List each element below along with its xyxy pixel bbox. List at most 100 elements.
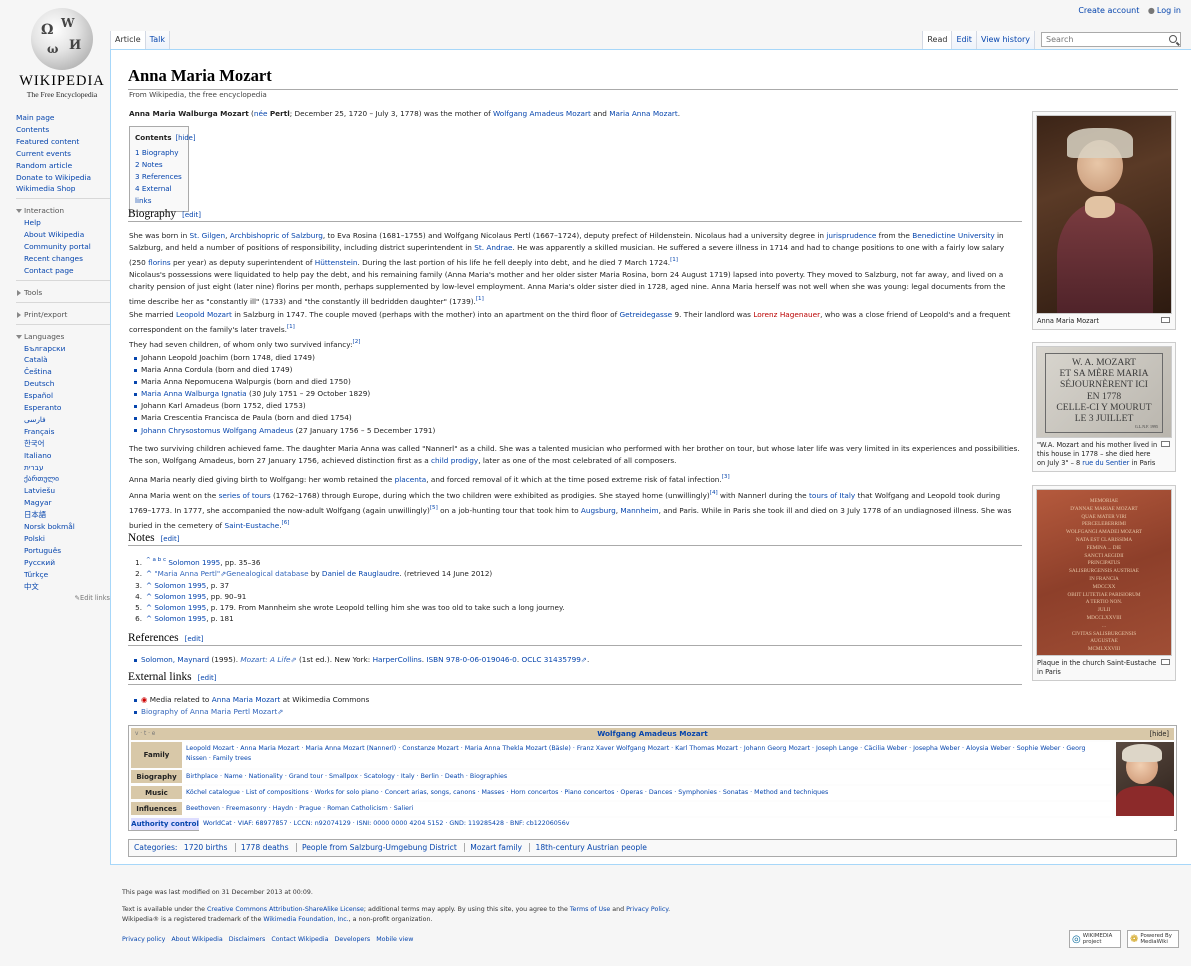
link[interactable]: Mannheim xyxy=(620,506,658,515)
link[interactable]: Solomon 1995 xyxy=(168,558,220,567)
footer-link-privacy[interactable]: Privacy policy xyxy=(122,936,165,943)
tab-view-history[interactable]: View history xyxy=(976,31,1035,49)
enlarge-icon[interactable] xyxy=(1161,317,1170,323)
sidebar-item-main-page[interactable]: Main page xyxy=(16,112,110,124)
citation-link[interactable]: [1] xyxy=(670,257,678,263)
citation-link[interactable]: [2] xyxy=(353,339,361,345)
category-link[interactable]: People from Salzburg-Umgebung District xyxy=(295,843,462,852)
link[interactable]: Creative Commons Attribution-ShareAlike … xyxy=(207,906,364,913)
language-link[interactable]: 한국어 xyxy=(24,438,110,450)
link[interactable]: series of tours xyxy=(219,491,271,500)
toc-item-biography[interactable]: 1 Biography xyxy=(135,147,183,159)
navbox-group-authority[interactable]: Authority control xyxy=(131,818,199,830)
category-link[interactable]: 1778 deaths xyxy=(234,843,294,852)
sidebar-item-about[interactable]: About Wikipedia xyxy=(24,229,110,241)
languages-section-header[interactable]: Languages xyxy=(16,331,110,343)
footer-link-mobile-view[interactable]: Mobile view xyxy=(376,936,413,943)
link[interactable]: HarperCollins xyxy=(373,655,422,664)
language-link[interactable]: Norsk bokmål xyxy=(24,521,110,533)
language-link[interactable]: Magyar xyxy=(24,497,110,509)
navbox-hide-toggle[interactable]: [hide] xyxy=(1150,728,1169,740)
language-link[interactable]: Български xyxy=(24,343,110,355)
language-link[interactable]: Français xyxy=(24,426,110,438)
login-link[interactable]: Log in xyxy=(1157,6,1181,15)
create-account-link[interactable]: Create account xyxy=(1078,6,1139,15)
sidebar-item-current-events[interactable]: Current events xyxy=(16,148,110,160)
edit-links[interactable]: ✎Edit links xyxy=(16,593,111,605)
language-link[interactable]: עברית xyxy=(24,462,110,474)
sidebar-item-featured[interactable]: Featured content xyxy=(16,136,110,148)
navbox-mozart-portrait[interactable] xyxy=(1116,742,1174,816)
link[interactable]: Privacy Policy xyxy=(626,906,668,913)
language-link[interactable]: Español xyxy=(24,390,110,402)
link[interactable]: Getreidegasse xyxy=(619,310,672,319)
interaction-section-header[interactable]: Interaction xyxy=(16,205,110,217)
edit-section-link[interactable]: [edit] xyxy=(198,674,217,682)
link[interactable]: Wikimedia Foundation, Inc. xyxy=(263,916,348,923)
category-link[interactable]: 18th-century Austrian people xyxy=(529,843,652,852)
wikipedia-logo[interactable]: Ω W И ω WIKIPEDIA The Free Encyclopedia xyxy=(12,6,112,101)
language-link[interactable]: Русский xyxy=(24,557,110,569)
authority-list[interactable]: WorldCat · VIAF: 68977857 · LCCN: n92074… xyxy=(199,818,1174,831)
enlarge-icon[interactable] xyxy=(1161,659,1170,665)
link[interactable]: Solomon 1995 xyxy=(154,603,206,612)
maria-anna-link[interactable]: Maria Anna Mozart xyxy=(609,109,678,118)
language-link[interactable]: Deutsch xyxy=(24,378,110,390)
link[interactable]: Archbishopric of Salzburg xyxy=(230,231,323,240)
language-link[interactable]: Latviešu xyxy=(24,485,110,497)
wikimedia-project-badge[interactable]: ◎ WIKIMEDIA project xyxy=(1069,930,1121,948)
category-link[interactable]: 1720 births xyxy=(184,843,233,852)
powered-by-mediawiki-badge[interactable]: ❁ Powered By MediaWiki xyxy=(1127,930,1179,948)
edit-section-link[interactable]: [edit] xyxy=(185,635,204,643)
link[interactable]: Terms of Use xyxy=(570,906,610,913)
language-link[interactable]: Português xyxy=(24,545,110,557)
link[interactable]: Benedictine University xyxy=(912,231,994,240)
backlink[interactable]: ^ xyxy=(146,592,152,601)
link[interactable]: rue du Sentier xyxy=(1082,459,1129,467)
link[interactable]: Leopold Mozart xyxy=(176,310,232,319)
link[interactable]: Augsburg xyxy=(581,506,616,515)
language-link[interactable]: Català xyxy=(24,354,110,366)
link[interactable]: St. Andrae xyxy=(474,243,512,252)
citation-link[interactable]: [1] xyxy=(476,296,484,302)
citation-link[interactable]: [6] xyxy=(282,520,290,526)
link[interactable]: tours of Italy xyxy=(809,491,855,500)
link[interactable]: ISBN 978-0-06-019046-0 xyxy=(426,655,516,664)
link[interactable]: child prodigy xyxy=(431,456,478,465)
language-link[interactable]: Italiano xyxy=(24,450,110,462)
portrait-image[interactable] xyxy=(1036,115,1172,314)
link[interactable]: Hüttenstein xyxy=(315,258,358,267)
link[interactable]: Anna Maria Mozart xyxy=(212,695,281,704)
backlink[interactable]: ^ xyxy=(146,603,152,612)
link[interactable]: Maria Anna Walburga Ignatia xyxy=(141,389,247,398)
sidebar-item-shop[interactable]: Wikimedia Shop xyxy=(16,183,110,195)
link[interactable]: Johann Chrysostomus Wolfgang Amadeus xyxy=(141,426,293,435)
categories-label-link[interactable]: Categories: xyxy=(134,843,178,852)
link[interactable]: Solomon 1995 xyxy=(154,581,206,590)
link[interactable]: St. Gilgen xyxy=(190,231,226,240)
link[interactable]: florins xyxy=(148,258,171,267)
sidebar-item-contents[interactable]: Contents xyxy=(16,124,110,136)
language-link[interactable]: فارسی xyxy=(24,414,110,426)
enlarge-icon[interactable] xyxy=(1161,441,1170,447)
external-link[interactable]: "Maria Anna Pertl" xyxy=(154,569,220,578)
language-link[interactable]: Polski xyxy=(24,533,110,545)
footer-link-contact[interactable]: Contact Wikipedia xyxy=(271,936,328,943)
search-input[interactable]: Search xyxy=(1041,32,1181,47)
language-link[interactable]: Türkçe xyxy=(24,569,110,581)
sidebar-item-community[interactable]: Community portal xyxy=(24,241,110,253)
citation-link[interactable]: [1] xyxy=(287,324,295,330)
navbox-list[interactable]: Köchel catalogue · List of compositions … xyxy=(182,786,1112,800)
edit-section-link[interactable]: [edit] xyxy=(182,211,201,219)
paris-plaque-image[interactable]: W. A. MOZART ET SA MÈRE MARIA SÉJOURNÈRE… xyxy=(1036,346,1172,438)
sidebar-item-contact[interactable]: Contact page xyxy=(24,265,110,277)
navbox-title[interactable]: Wolfgang Amadeus Mozart xyxy=(597,729,708,738)
backlink[interactable]: ^ xyxy=(146,569,152,578)
language-link[interactable]: 中文 xyxy=(24,581,110,593)
tab-article[interactable]: Article xyxy=(110,31,146,49)
nee-link[interactable]: née xyxy=(254,109,268,118)
citation-link[interactable]: [3] xyxy=(722,474,730,480)
footer-link-about[interactable]: About Wikipedia xyxy=(171,936,222,943)
navbox-list[interactable]: Leopold Mozart · Anna Maria Mozart · Mar… xyxy=(182,742,1112,768)
external-link[interactable]: Biography of Anna Maria Pertl Mozart xyxy=(141,707,277,716)
